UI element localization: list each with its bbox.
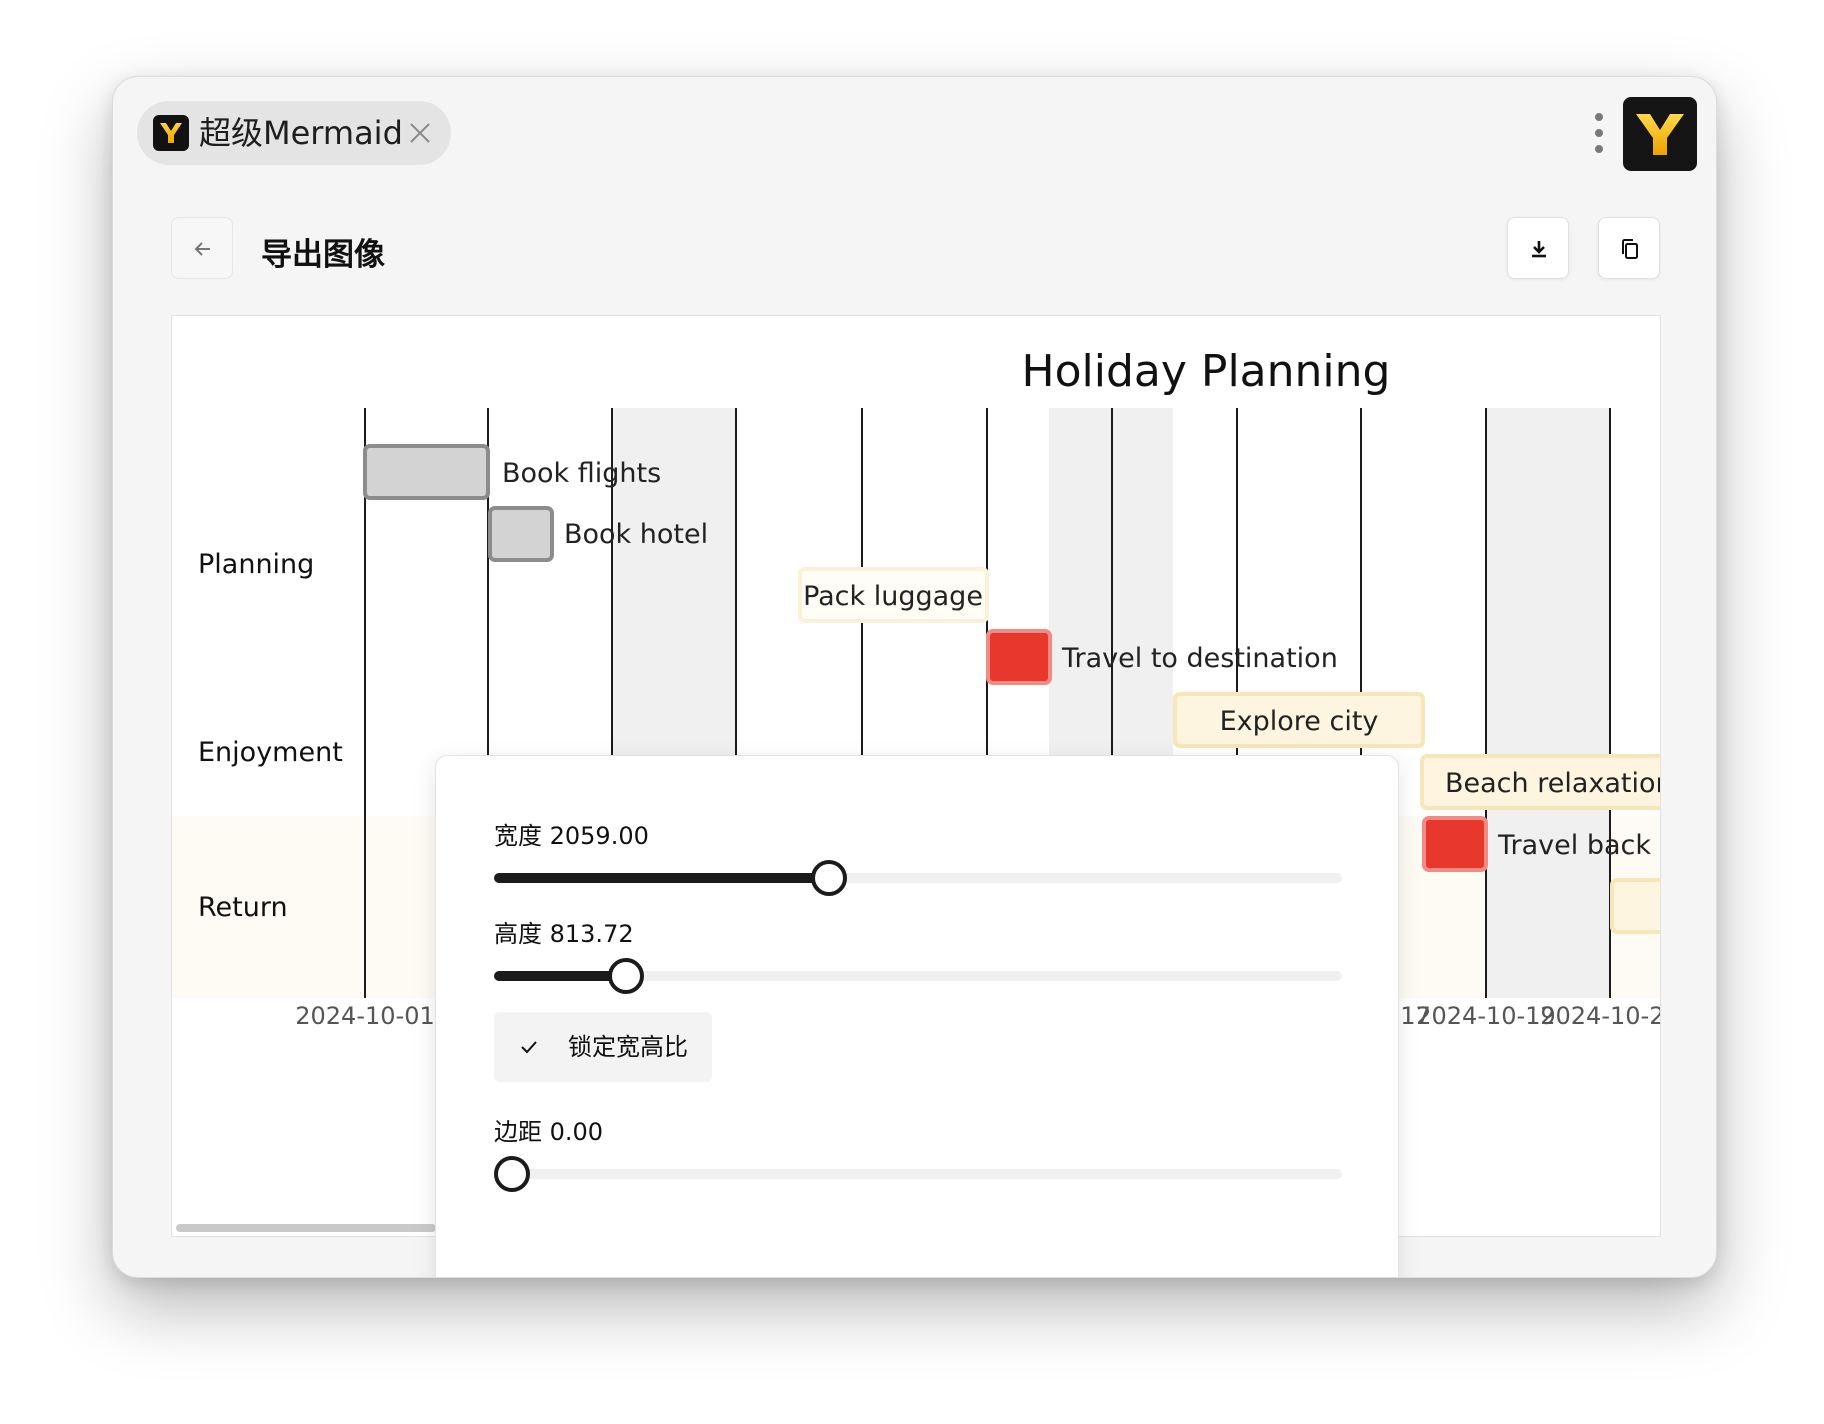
tab-title: 超级Mermaid — [199, 114, 403, 152]
app-window: 超级Mermaid 导出图像 Holiday Planning Planning… — [112, 76, 1717, 1278]
height-slider[interactable] — [494, 958, 1342, 994]
task-bar-overflow — [1610, 878, 1660, 934]
task-label-travel-back: Travel back home — [1497, 830, 1661, 861]
axis-label-2024-10-19: 2024-10-19 — [1416, 1002, 1555, 1030]
padding-slider[interactable] — [494, 1156, 1342, 1192]
lock-aspect-ratio-label: 锁定宽高比 — [568, 1033, 688, 1061]
chart-title: Holiday Planning — [1022, 346, 1391, 397]
copy-button[interactable] — [1598, 217, 1660, 279]
back-button[interactable] — [171, 217, 233, 279]
width-slider-thumb[interactable] — [810, 860, 847, 896]
close-icon[interactable] — [408, 121, 432, 145]
horizontal-scrollbar[interactable] — [176, 1224, 436, 1232]
task-label-pack-luggage: Pack luggage — [803, 581, 983, 612]
checkmark-icon — [521, 1041, 537, 1054]
axis-label-2024-10-01: 2024-10-01 — [295, 1002, 434, 1030]
section-label-planning: Planning — [198, 549, 314, 580]
download-button[interactable] — [1507, 217, 1569, 279]
height-slider-thumb[interactable] — [607, 958, 644, 994]
task-bar-travel-to — [986, 629, 1052, 685]
arrow-left-icon — [194, 242, 210, 256]
task-label-travel-to: Travel to destination — [1061, 643, 1338, 674]
section-label-return: Return — [198, 892, 288, 923]
width-slider[interactable] — [494, 860, 1342, 896]
axis-label-2024-10-21: 2024-10-21 — [1540, 1002, 1661, 1030]
app-logo-icon — [153, 115, 189, 151]
download-icon — [1532, 241, 1546, 258]
tab-super-mermaid[interactable]: 超级Mermaid — [137, 101, 451, 165]
task-label-explore-city: Explore city — [1220, 706, 1379, 737]
app-logo-icon[interactable] — [1623, 97, 1697, 171]
page-title: 导出图像 — [261, 237, 385, 273]
copy-icon — [1622, 239, 1638, 259]
height-label: 高度 813.72 — [494, 920, 634, 948]
lock-aspect-ratio-toggle[interactable]: 锁定宽高比 — [494, 1012, 712, 1082]
export-settings-panel: 宽度 2059.00 高度 813.72 锁定宽高比 边距 0.00 — [435, 755, 1399, 1277]
padding-slider-thumb[interactable] — [494, 1156, 530, 1192]
task-bar-book-hotel — [488, 506, 554, 562]
task-label-beach: Beach relaxation — [1445, 768, 1661, 799]
task-bar-travel-back — [1422, 816, 1488, 872]
weekend-band — [1486, 408, 1610, 998]
task-label-book-flights: Book flights — [502, 458, 661, 489]
more-vertical-icon[interactable] — [1593, 111, 1605, 155]
width-label: 宽度 2059.00 — [494, 822, 649, 850]
padding-label: 边距 0.00 — [494, 1118, 604, 1146]
task-label-book-hotel: Book hotel — [564, 519, 708, 550]
task-bar-book-flights — [363, 444, 490, 500]
section-label-enjoyment: Enjoyment — [198, 737, 343, 768]
